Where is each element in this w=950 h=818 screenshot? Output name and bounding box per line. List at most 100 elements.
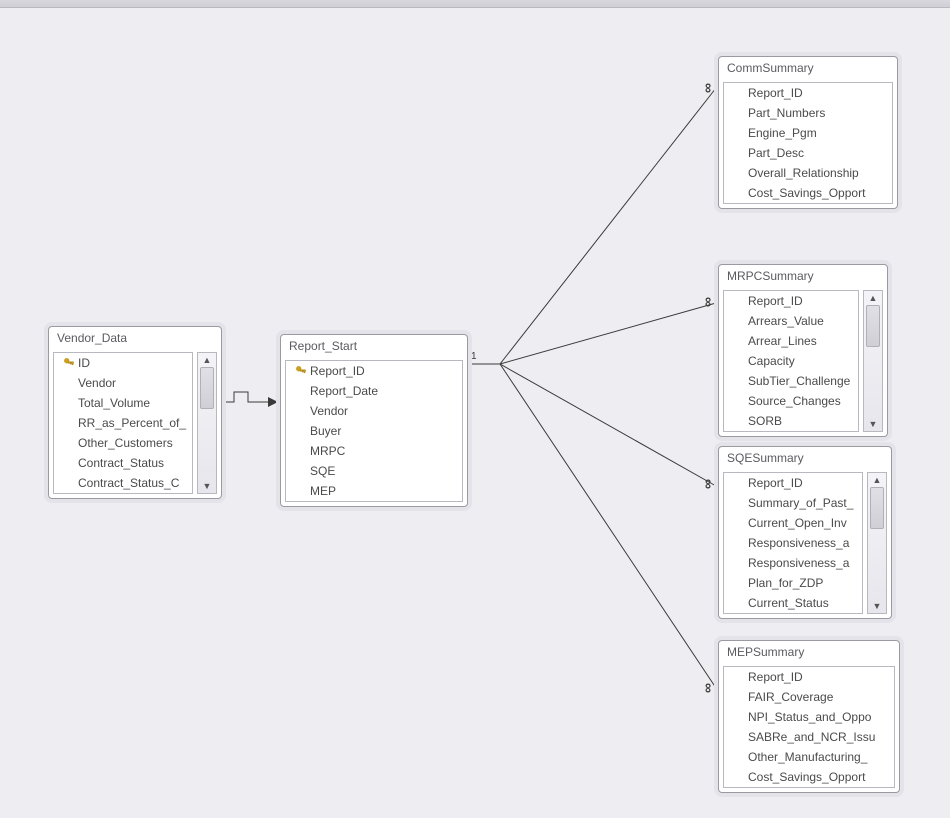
- field-row[interactable]: Report_ID: [724, 667, 894, 687]
- table-mrpc-summary[interactable]: MRPCSummaryReport_ID Arrears_Value Arrear_…: [718, 264, 888, 437]
- field-name: Report_ID: [310, 364, 365, 378]
- field-row[interactable]: Source_Changes: [724, 391, 858, 411]
- field-row[interactable]: SQE: [286, 461, 462, 481]
- primary-key-icon: [63, 357, 75, 369]
- field-row[interactable]: FAIR_Coverage: [724, 687, 894, 707]
- field-row[interactable]: RR_as_Percent_of_: [54, 413, 192, 433]
- scroll-down-icon[interactable]: ▼: [873, 599, 882, 613]
- field-name: Report_ID: [748, 670, 803, 684]
- relation-many-label: ∞: [701, 297, 717, 307]
- field-row[interactable]: Vendor: [54, 373, 192, 393]
- relationships-canvas[interactable]: 1 ∞ ∞ ∞ ∞ Vendor_DataIDVendorTotal_Volum…: [0, 8, 950, 818]
- scrollbar[interactable]: ▲▼: [867, 472, 887, 614]
- field-row[interactable]: Part_Desc: [724, 143, 892, 163]
- field-name: Overall_Relationship: [748, 166, 859, 180]
- relation-many-label: ∞: [701, 479, 717, 489]
- field-list[interactable]: Report_ID Arrears_Value Arrear_Lines Capaci…: [723, 290, 859, 432]
- field-name: Vendor: [78, 376, 116, 390]
- field-row[interactable]: Responsiveness_a: [724, 553, 862, 573]
- field-row[interactable]: Plan_for_ZDP: [724, 573, 862, 593]
- table-sqe-summary[interactable]: SQESummaryReport_IDSummary_of_Past_ Curre…: [718, 446, 892, 619]
- field-row[interactable]: SABRe_and_NCR_Issu: [724, 727, 894, 747]
- field-name: ID: [78, 356, 90, 370]
- field-row[interactable]: Capacity: [724, 351, 858, 371]
- table-title[interactable]: Report_Start: [281, 335, 467, 360]
- field-name: Engine_Pgm: [748, 126, 817, 140]
- field-name: Part_Numbers: [748, 106, 825, 120]
- field-name: Part_Desc: [748, 146, 804, 160]
- scroll-thumb[interactable]: [866, 305, 880, 347]
- field-name: Contract_Status: [78, 456, 164, 470]
- table-report-start[interactable]: Report_Start Report_ID Report_DateVendor Bu…: [280, 334, 468, 507]
- field-row[interactable]: Part_Numbers: [724, 103, 892, 123]
- field-list[interactable]: ID Vendor Total_Volume RR_as_Percent_of_ Oth…: [53, 352, 193, 494]
- scroll-track[interactable]: [198, 367, 216, 479]
- field-row[interactable]: Report_ID: [286, 361, 462, 381]
- field-name: Arrears_Value: [748, 314, 824, 328]
- field-row[interactable]: Responsiveness_a: [724, 533, 862, 553]
- field-name: RR_as_Percent_of_: [78, 416, 186, 430]
- field-row[interactable]: Current_Status: [724, 593, 862, 613]
- scroll-up-icon[interactable]: ▲: [869, 291, 878, 305]
- scroll-track[interactable]: [864, 305, 882, 417]
- scroll-track[interactable]: [868, 487, 886, 599]
- field-row[interactable]: Vendor: [286, 401, 462, 421]
- field-list[interactable]: Report_IDSummary_of_Past_ Current_Open_In…: [723, 472, 863, 614]
- scroll-down-icon[interactable]: ▼: [869, 417, 878, 431]
- field-row[interactable]: Report_ID: [724, 83, 892, 103]
- scroll-up-icon[interactable]: ▲: [873, 473, 882, 487]
- field-row[interactable]: Report_ID: [724, 291, 858, 311]
- field-row[interactable]: Contract_Status_C: [54, 473, 192, 493]
- scroll-up-icon[interactable]: ▲: [203, 353, 212, 367]
- field-row[interactable]: Cost_Savings_Opport: [724, 767, 894, 787]
- field-name: SQE: [310, 464, 335, 478]
- field-row[interactable]: Contract_Status: [54, 453, 192, 473]
- field-row[interactable]: MRPC: [286, 441, 462, 461]
- field-name: Buyer: [310, 424, 341, 438]
- field-row[interactable]: SORB: [724, 411, 858, 431]
- field-row[interactable]: Engine_Pgm: [724, 123, 892, 143]
- field-row[interactable]: Arrear_Lines: [724, 331, 858, 351]
- table-comm-summary[interactable]: CommSummaryReport_ID Part_Numbers Engine_P…: [718, 56, 898, 209]
- table-title[interactable]: Vendor_Data: [49, 327, 221, 352]
- field-name: Current_Status: [748, 596, 829, 610]
- field-name: Current_Open_Inv: [748, 516, 847, 530]
- table-vendor-data[interactable]: Vendor_Data ID Vendor Total_Volume RR_as_Per…: [48, 326, 222, 499]
- field-row[interactable]: Cost_Savings_Opport: [724, 183, 892, 203]
- field-row[interactable]: Summary_of_Past_: [724, 493, 862, 513]
- field-row[interactable]: Arrears_Value: [724, 311, 858, 331]
- field-row[interactable]: Other_Customers: [54, 433, 192, 453]
- table-title[interactable]: MRPCSummary: [719, 265, 887, 290]
- field-row[interactable]: SubTier_Challenge: [724, 371, 858, 391]
- field-row[interactable]: Overall_Relationship: [724, 163, 892, 183]
- field-row[interactable]: Report_Date: [286, 381, 462, 401]
- window-top-border: [0, 0, 950, 8]
- field-row[interactable]: NPI_Status_and_Oppo: [724, 707, 894, 727]
- scrollbar[interactable]: ▲▼: [863, 290, 883, 432]
- relation-many-label: ∞: [701, 83, 717, 93]
- table-title[interactable]: MEPSummary: [719, 641, 899, 666]
- field-name: Plan_for_ZDP: [748, 576, 823, 590]
- field-row[interactable]: Report_ID: [724, 473, 862, 493]
- field-row[interactable]: Total_Volume: [54, 393, 192, 413]
- field-name: Cost_Savings_Opport: [748, 770, 865, 784]
- field-name: Arrear_Lines: [748, 334, 817, 348]
- field-row[interactable]: MEP: [286, 481, 462, 501]
- scrollbar[interactable]: ▲▼: [197, 352, 217, 494]
- field-row[interactable]: Current_Open_Inv: [724, 513, 862, 533]
- scroll-down-icon[interactable]: ▼: [203, 479, 212, 493]
- scroll-thumb[interactable]: [870, 487, 884, 529]
- scroll-thumb[interactable]: [200, 367, 214, 409]
- field-name: Responsiveness_a: [748, 556, 849, 570]
- field-name: Capacity: [748, 354, 795, 368]
- field-row[interactable]: Other_Manufacturing_: [724, 747, 894, 767]
- field-list[interactable]: Report_ID Report_DateVendor Buyer MRPC SQE ME…: [285, 360, 463, 502]
- field-list[interactable]: Report_ID FAIR_CoverageNPI_Status_and_Opp…: [723, 666, 895, 788]
- field-list[interactable]: Report_ID Part_Numbers Engine_Pgm Part_Desc…: [723, 82, 893, 204]
- table-title[interactable]: CommSummary: [719, 57, 897, 82]
- field-name: Contract_Status_C: [78, 476, 179, 490]
- table-mep-summary[interactable]: MEPSummary Report_ID FAIR_CoverageNPI_Stat…: [718, 640, 900, 793]
- table-title[interactable]: SQESummary: [719, 447, 891, 472]
- field-row[interactable]: ID: [54, 353, 192, 373]
- field-row[interactable]: Buyer: [286, 421, 462, 441]
